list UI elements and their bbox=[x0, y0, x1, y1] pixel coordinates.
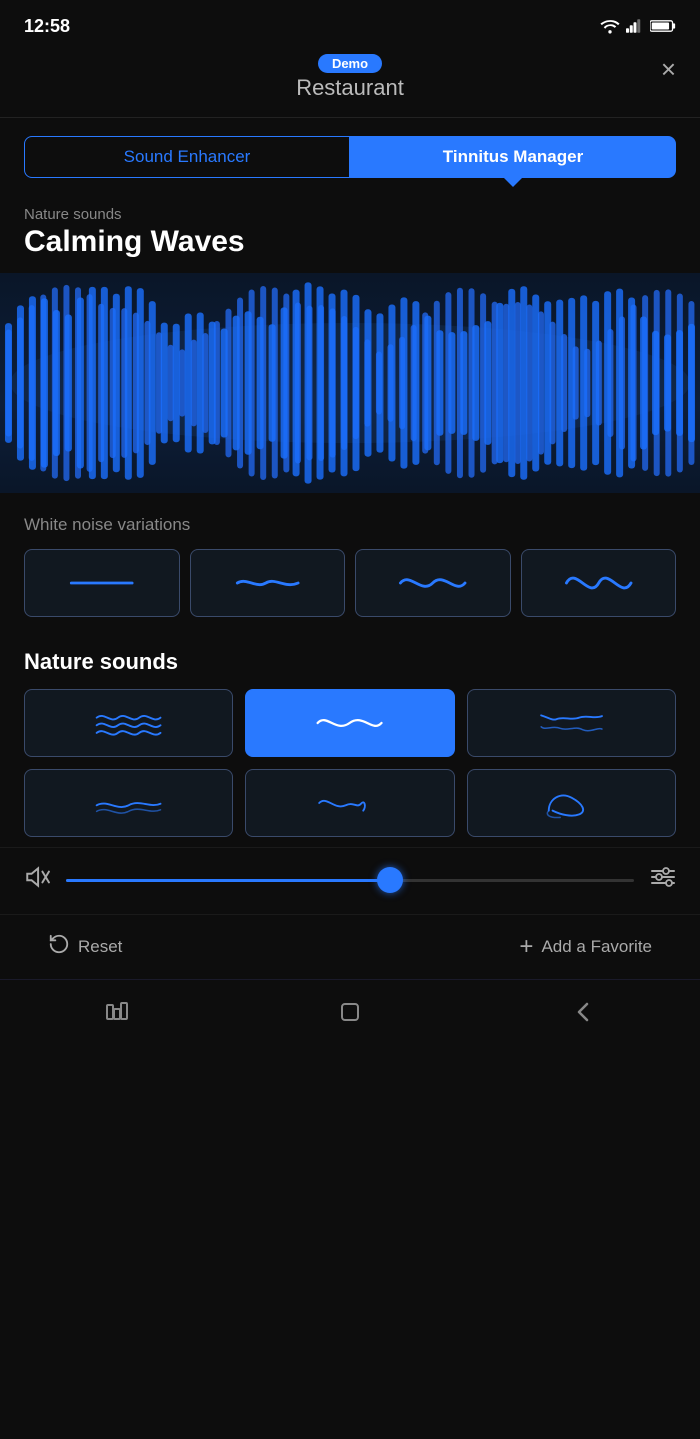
nature-sound-wind[interactable] bbox=[245, 769, 454, 837]
slider-fill bbox=[66, 879, 390, 882]
nature-sound-stream[interactable] bbox=[24, 769, 233, 837]
nature-sounds-grid bbox=[24, 689, 676, 837]
header-center: Demo Restaurant bbox=[296, 54, 404, 101]
nav-recents-icon[interactable] bbox=[103, 998, 131, 1033]
white-noise-medium[interactable] bbox=[355, 549, 511, 617]
current-sound-section: Nature sounds Calming Waves bbox=[0, 188, 700, 263]
battery-icon bbox=[650, 19, 676, 33]
nature-sounds-section: Nature sounds bbox=[0, 627, 700, 847]
nav-bar bbox=[0, 979, 700, 1057]
white-noise-deep[interactable] bbox=[521, 549, 677, 617]
slider-thumb[interactable] bbox=[377, 867, 403, 893]
eq-icon[interactable] bbox=[650, 866, 676, 894]
header-title: Restaurant bbox=[296, 75, 404, 101]
status-bar: 12:58 bbox=[0, 0, 700, 48]
mute-icon[interactable] bbox=[24, 864, 50, 896]
nature-sound-calming-waves[interactable] bbox=[245, 689, 454, 757]
tab-tinnitus-manager[interactable]: Tinnitus Manager bbox=[350, 136, 676, 178]
reset-icon bbox=[48, 933, 70, 961]
status-time: 12:58 bbox=[24, 16, 70, 37]
white-noise-flat[interactable] bbox=[24, 549, 180, 617]
waveform-visualization: (function(){ const svg = document.queryS… bbox=[0, 273, 700, 493]
header: Demo Restaurant × bbox=[0, 48, 700, 117]
nav-back-icon[interactable] bbox=[569, 998, 597, 1033]
nature-sound-rain[interactable] bbox=[467, 689, 676, 757]
white-noise-section: White noise variations bbox=[0, 493, 700, 627]
white-noise-slight[interactable] bbox=[190, 549, 346, 617]
slider-track bbox=[66, 879, 634, 882]
nature-sound-surf[interactable] bbox=[467, 769, 676, 837]
tab-sound-enhancer[interactable]: Sound Enhancer bbox=[24, 136, 350, 178]
add-favorite-label: Add a Favorite bbox=[541, 937, 652, 957]
nature-sounds-title: Nature sounds bbox=[24, 649, 676, 675]
current-sound-category: Nature sounds bbox=[24, 206, 676, 223]
volume-row bbox=[0, 847, 700, 914]
tabs-container: Sound Enhancer Tinnitus Manager bbox=[0, 118, 700, 188]
add-favorite-button[interactable]: + Add a Favorite bbox=[519, 935, 652, 959]
signal-icon bbox=[626, 18, 644, 34]
wifi-icon bbox=[600, 18, 620, 34]
nature-sound-ocean-waves[interactable] bbox=[24, 689, 233, 757]
add-icon: + bbox=[519, 935, 533, 959]
status-icons bbox=[600, 18, 676, 34]
current-sound-name: Calming Waves bbox=[24, 225, 676, 259]
close-button[interactable]: × bbox=[661, 54, 676, 85]
bottom-actions: Reset + Add a Favorite bbox=[0, 914, 700, 979]
white-noise-grid bbox=[24, 549, 676, 617]
nav-home-icon[interactable] bbox=[336, 998, 364, 1033]
waveform-svg: (function(){ const svg = document.queryS… bbox=[0, 273, 700, 493]
reset-label: Reset bbox=[78, 937, 122, 957]
demo-badge: Demo bbox=[318, 54, 382, 73]
volume-slider[interactable] bbox=[66, 866, 634, 894]
reset-button[interactable]: Reset bbox=[48, 933, 122, 961]
white-noise-title: White noise variations bbox=[24, 515, 676, 535]
